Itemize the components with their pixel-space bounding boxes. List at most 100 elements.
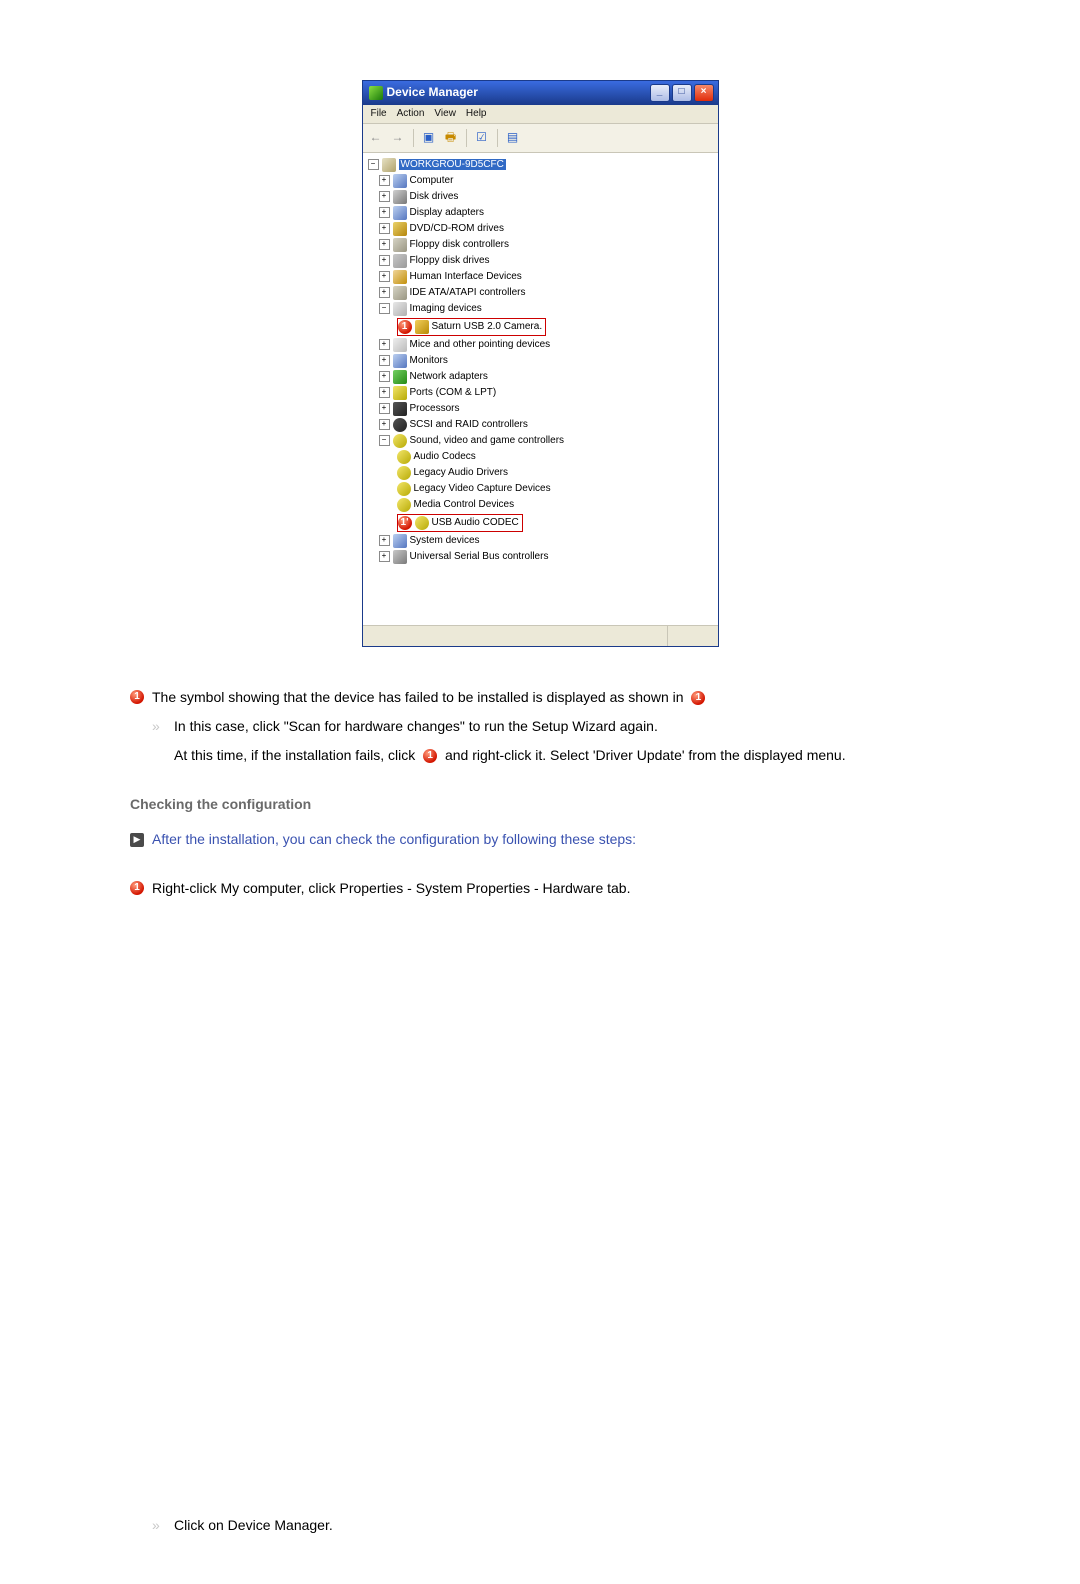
processor-icon bbox=[393, 402, 407, 416]
toolbar: ← → ▣ 🖶 ☑ ▤ bbox=[363, 124, 718, 153]
app-icon bbox=[369, 86, 383, 100]
display-icon bbox=[393, 206, 407, 220]
node-label: Floppy disk controllers bbox=[410, 239, 509, 251]
window-view-icon[interactable]: ▣ bbox=[420, 129, 438, 147]
callout-badge-1: 1 bbox=[398, 320, 412, 334]
expand-icon[interactable]: + bbox=[379, 535, 390, 546]
expand-icon[interactable]: + bbox=[379, 191, 390, 202]
camera-icon bbox=[415, 320, 429, 334]
node-label: Saturn USB 2.0 Camera. bbox=[432, 321, 543, 333]
expand-icon[interactable]: + bbox=[379, 419, 390, 430]
node-hid[interactable]: +Human Interface Devices bbox=[367, 269, 714, 285]
node-label: SCSI and RAID controllers bbox=[410, 419, 528, 431]
node-ide[interactable]: + IDE ATA/ATAPI controllers bbox=[367, 285, 714, 301]
minimize-button[interactable]: _ bbox=[650, 84, 670, 102]
after-install-line: ▶ After the installation, you can check … bbox=[130, 829, 950, 850]
node-dvd[interactable]: +DVD/CD-ROM drives bbox=[367, 221, 714, 237]
node-legacy-audio[interactable]: Legacy Audio Drivers bbox=[367, 465, 714, 481]
properties-icon[interactable]: ☑ bbox=[473, 129, 491, 147]
node-media-ctrl[interactable]: Media Control Devices bbox=[367, 497, 714, 513]
port-icon bbox=[393, 386, 407, 400]
expand-icon[interactable]: + bbox=[379, 287, 390, 298]
expand-icon[interactable]: + bbox=[379, 271, 390, 282]
menu-help[interactable]: Help bbox=[466, 108, 487, 120]
ide-icon bbox=[393, 286, 407, 300]
node-label: Media Control Devices bbox=[414, 499, 515, 511]
expand-icon[interactable]: + bbox=[379, 355, 390, 366]
node-sound[interactable]: −Sound, video and game controllers bbox=[367, 433, 714, 449]
expand-icon[interactable]: + bbox=[379, 551, 390, 562]
node-label: Universal Serial Bus controllers bbox=[410, 551, 549, 563]
window-title: Device Manager bbox=[387, 86, 478, 100]
expand-icon[interactable]: + bbox=[379, 339, 390, 350]
node-usb-audio[interactable]: 1' USB Audio CODEC bbox=[367, 513, 714, 533]
node-network[interactable]: + Network adapters bbox=[367, 369, 714, 385]
node-computer[interactable]: + Computer bbox=[367, 173, 714, 189]
expand-icon[interactable]: + bbox=[379, 387, 390, 398]
node-floppy-ctrl[interactable]: + Floppy disk controllers bbox=[367, 237, 714, 253]
print-icon[interactable]: 🖶 bbox=[442, 129, 460, 147]
usb-icon bbox=[393, 550, 407, 564]
retry-line: » At this time, if the installation fail… bbox=[130, 745, 950, 766]
hid-icon bbox=[393, 270, 407, 284]
node-usb[interactable]: + Universal Serial Bus controllers bbox=[367, 549, 714, 565]
codec-icon bbox=[415, 516, 429, 530]
node-label: USB Audio CODEC bbox=[432, 517, 519, 529]
fail-text: The symbol showing that the device has f… bbox=[152, 689, 684, 705]
floppy-controller-icon bbox=[393, 238, 407, 252]
menu-view[interactable]: View bbox=[434, 108, 456, 120]
collapse-icon[interactable]: − bbox=[379, 435, 390, 446]
node-mice[interactable]: + Mice and other pointing devices bbox=[367, 337, 714, 353]
node-disk[interactable]: +Disk drives bbox=[367, 189, 714, 205]
expand-icon[interactable]: + bbox=[379, 371, 390, 382]
dvd-icon bbox=[393, 222, 407, 236]
codec-icon bbox=[397, 482, 411, 496]
node-label: Ports (COM & LPT) bbox=[410, 387, 497, 399]
mouse-icon bbox=[393, 338, 407, 352]
callout-badge-1: 1 bbox=[130, 690, 144, 704]
node-imaging[interactable]: −Imaging devices bbox=[367, 301, 714, 317]
menu-file[interactable]: File bbox=[371, 108, 387, 120]
monitor-icon bbox=[393, 354, 407, 368]
expand-icon[interactable]: + bbox=[379, 403, 390, 414]
menu-action[interactable]: Action bbox=[397, 108, 425, 120]
node-processors[interactable]: +Processors bbox=[367, 401, 714, 417]
expand-icon[interactable]: + bbox=[379, 223, 390, 234]
collapse-icon[interactable]: − bbox=[368, 159, 379, 170]
device-manager-window: Device Manager _ □ × File Action View He… bbox=[362, 80, 719, 647]
collapse-icon[interactable]: − bbox=[379, 303, 390, 314]
node-label: Audio Codecs bbox=[414, 451, 476, 463]
chevron-icon: » bbox=[152, 719, 166, 733]
scan-line: » In this case, click "Scan for hardware… bbox=[130, 716, 950, 737]
step-1-line: 1 Right-click My computer, click Propert… bbox=[130, 878, 950, 899]
callout-badge-1: 1 bbox=[423, 749, 437, 763]
expand-icon[interactable]: + bbox=[379, 207, 390, 218]
maximize-button[interactable]: □ bbox=[672, 84, 692, 102]
retry-text-b: and right-click it. Select 'Driver Updat… bbox=[445, 747, 846, 763]
node-system[interactable]: +System devices bbox=[367, 533, 714, 549]
expand-icon[interactable]: + bbox=[379, 255, 390, 266]
node-label: Computer bbox=[410, 175, 454, 187]
node-monitors[interactable]: +Monitors bbox=[367, 353, 714, 369]
tree-root[interactable]: − WORKGROU-9D5CFC bbox=[367, 157, 714, 173]
expand-icon[interactable]: + bbox=[379, 175, 390, 186]
node-display[interactable]: +Display adapters bbox=[367, 205, 714, 221]
callout-badge-1: 1 bbox=[691, 691, 705, 705]
node-legacy-video[interactable]: Legacy Video Capture Devices bbox=[367, 481, 714, 497]
node-camera[interactable]: 1 Saturn USB 2.0 Camera. bbox=[367, 317, 714, 337]
forward-icon[interactable]: → bbox=[389, 129, 407, 147]
node-floppy-drv[interactable]: + Floppy disk drives bbox=[367, 253, 714, 269]
computer-icon bbox=[393, 174, 407, 188]
node-label: Mice and other pointing devices bbox=[410, 339, 551, 351]
node-scsi[interactable]: + SCSI and RAID controllers bbox=[367, 417, 714, 433]
node-label: Floppy disk drives bbox=[410, 255, 490, 267]
node-label: IDE ATA/ATAPI controllers bbox=[410, 287, 526, 299]
back-icon[interactable]: ← bbox=[367, 129, 385, 147]
close-button[interactable]: × bbox=[694, 84, 714, 102]
node-label: Network adapters bbox=[410, 371, 488, 383]
node-ports[interactable]: + Ports (COM & LPT) bbox=[367, 385, 714, 401]
after-install-text: After the installation, you can check th… bbox=[152, 829, 950, 850]
scan-hardware-icon[interactable]: ▤ bbox=[504, 129, 522, 147]
node-audio-codecs[interactable]: Audio Codecs bbox=[367, 449, 714, 465]
expand-icon[interactable]: + bbox=[379, 239, 390, 250]
